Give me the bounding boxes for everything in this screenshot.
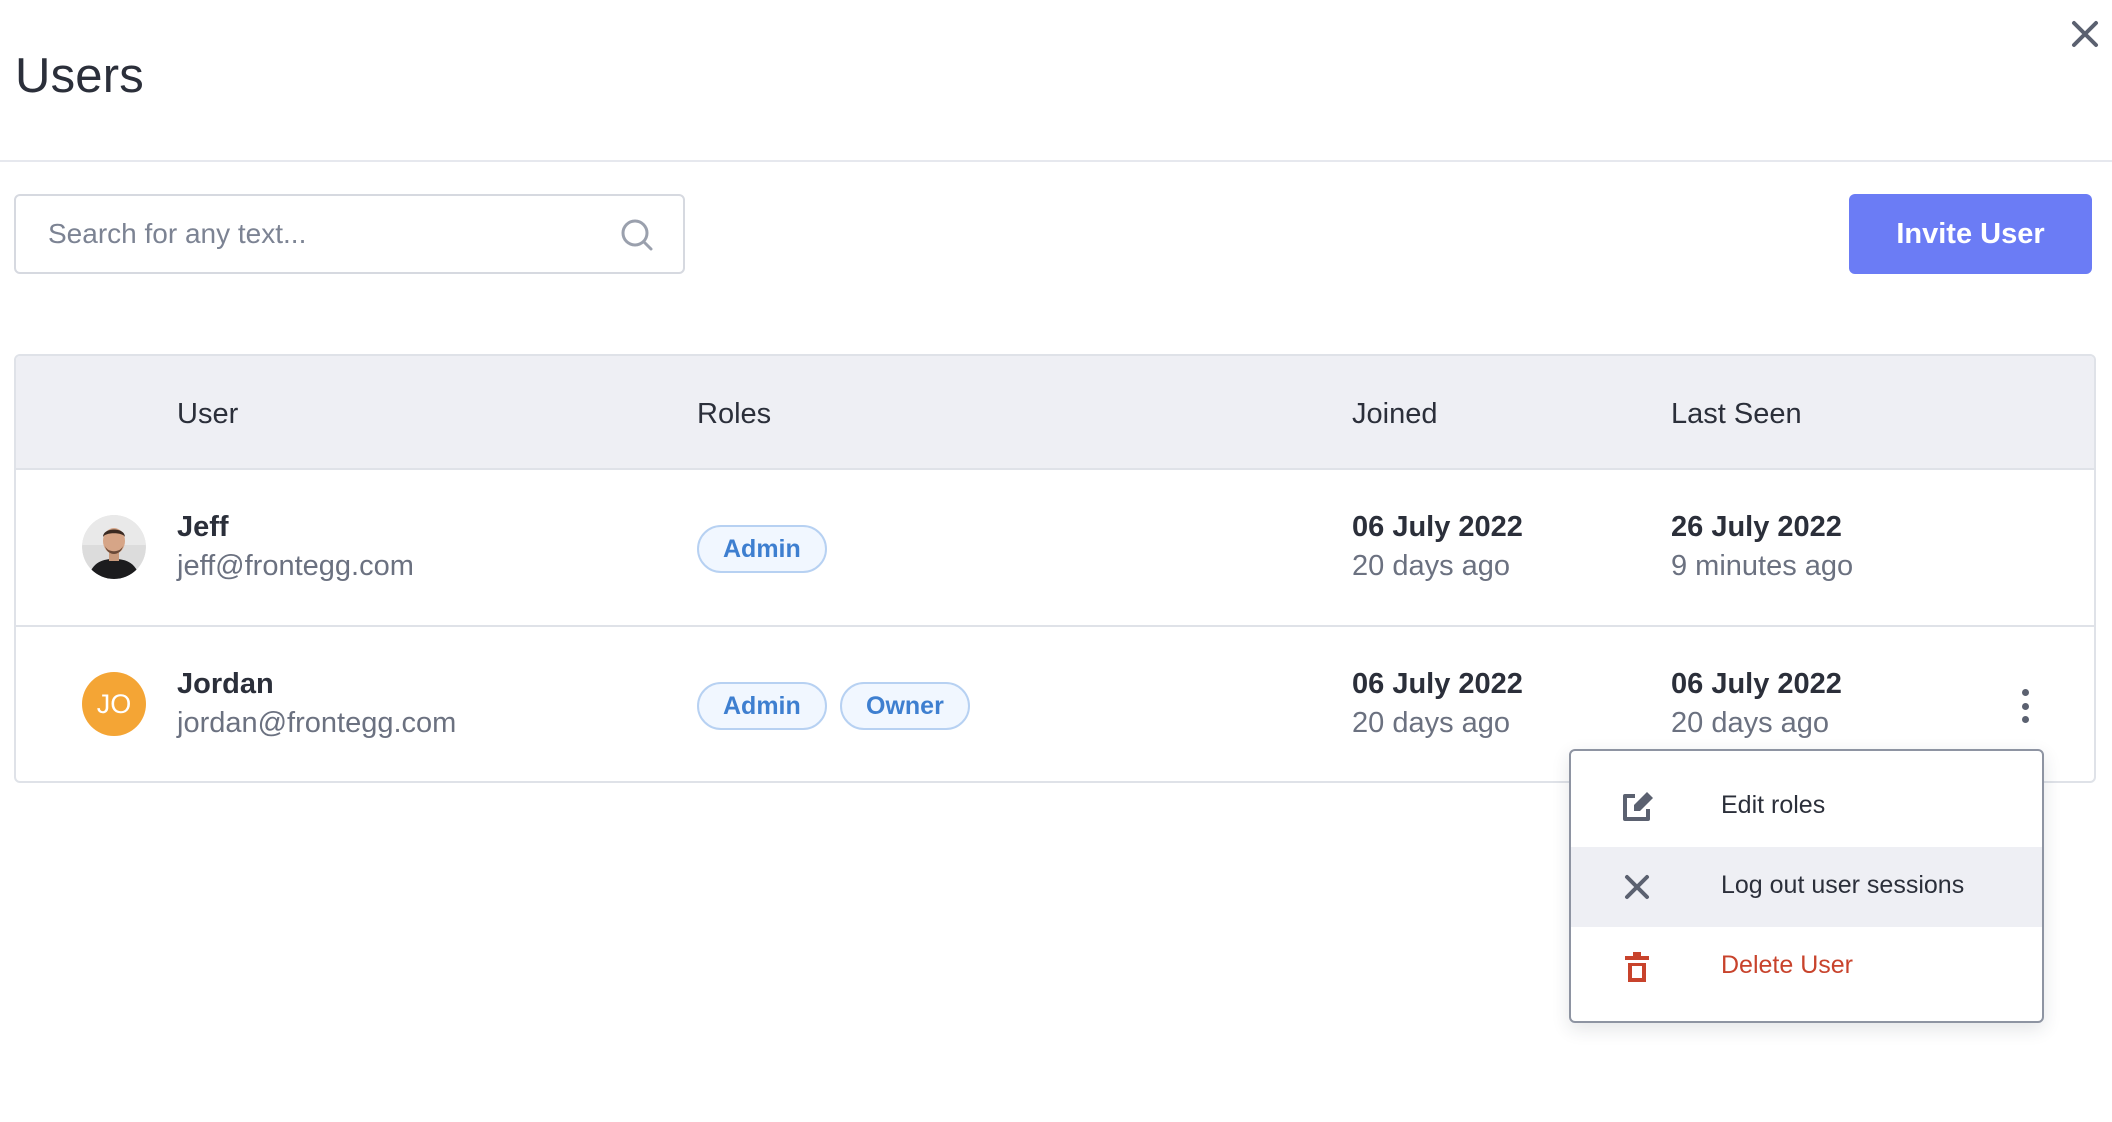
column-header-roles: Roles [697,398,772,430]
avatar: JO [82,672,146,736]
last-seen-date: 26 July 2022 [1671,511,1842,543]
user-email: jordan@frontegg.com [177,707,457,739]
menu-label: Log out user sessions [1721,871,1965,899]
menu-label: Delete User [1721,951,1853,979]
table-header: User Roles Joined Last Seen [16,356,2094,470]
role-badge: Owner [840,682,970,730]
role-badge: Admin [697,682,827,730]
last-seen-relative: 9 minutes ago [1671,550,1854,582]
menu-label: Edit roles [1721,791,1826,819]
last-seen-date: 06 July 2022 [1671,668,1842,700]
joined-relative: 20 days ago [1352,707,1511,739]
column-header-last-seen: Last Seen [1671,398,1802,430]
joined-relative: 20 days ago [1352,550,1511,582]
kebab-dot [2021,702,2029,710]
user-name: Jeff [177,511,229,543]
header-divider [0,160,2112,162]
avatar [82,515,146,579]
joined-date: 06 July 2022 [1352,511,1523,543]
page-title: Users [15,49,144,103]
search-box[interactable] [14,194,685,274]
trash-icon [1625,952,1649,982]
row-actions-button[interactable] [2010,683,2040,729]
role-badge: Admin [697,525,827,573]
last-seen-relative: 20 days ago [1671,707,1830,739]
close-x-icon [1625,875,1649,899]
table-row[interactable]: Jeff jeff@frontegg.com Admin 06 July 202… [16,470,2094,627]
search-icon[interactable] [618,216,658,256]
menu-item-delete-user[interactable]: Delete User [1571,927,2042,1007]
close-button[interactable] [2066,15,2104,53]
user-email: jeff@frontegg.com [177,550,414,582]
kebab-dot [2021,716,2029,723]
users-table: User Roles Joined Last Seen Jeff jeff@fr… [14,354,2096,783]
joined-date: 06 July 2022 [1352,668,1523,700]
menu-item-log-out-sessions[interactable]: Log out user sessions [1571,847,2042,927]
close-icon [2072,21,2098,47]
column-header-user: User [177,398,239,430]
column-header-joined: Joined [1352,398,1438,430]
edit-icon [1623,792,1653,821]
search-input[interactable] [48,196,608,272]
menu-item-edit-roles[interactable]: Edit roles [1571,767,2042,847]
row-actions-menu: Edit roles Log out user sessions Delete … [1569,749,2044,1023]
user-name: Jordan [177,668,274,700]
invite-user-button[interactable]: Invite User [1849,194,2092,274]
avatar-photo [82,515,146,579]
kebab-icon [2021,689,2029,696]
